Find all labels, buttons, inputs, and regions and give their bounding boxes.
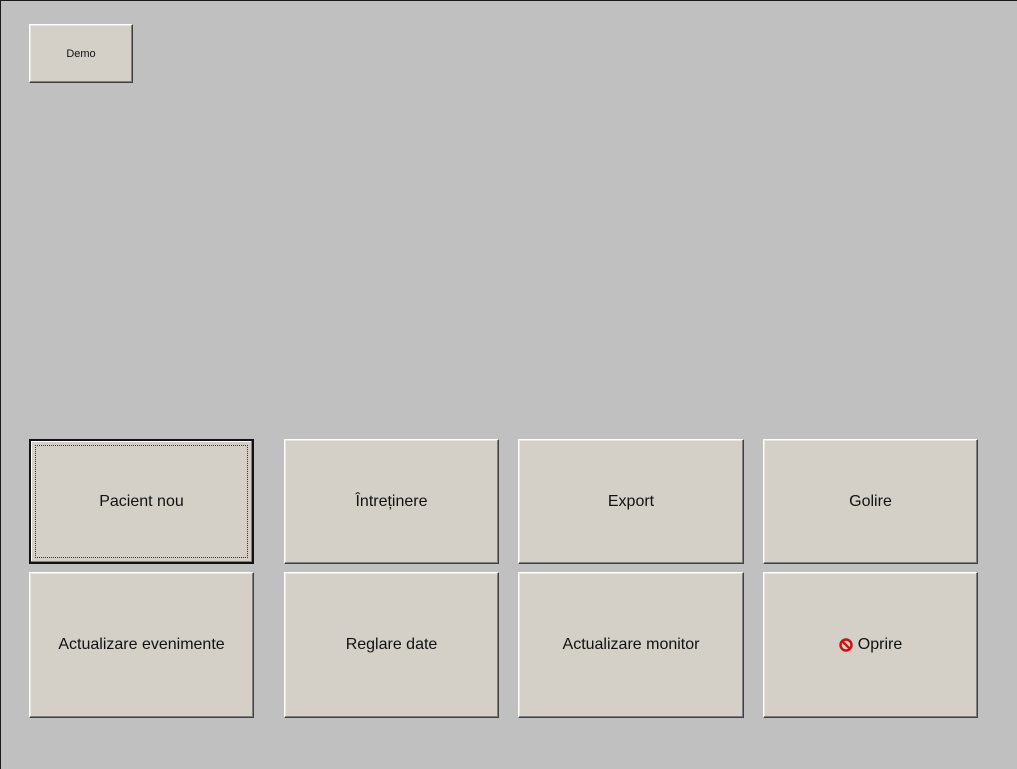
- stop-icon: [839, 638, 853, 652]
- update-monitor-button[interactable]: Actualizare monitor: [518, 572, 744, 718]
- demo-button[interactable]: Demo: [29, 24, 133, 83]
- shutdown-button[interactable]: Oprire: [763, 572, 978, 718]
- new-patient-button[interactable]: Pacient nou: [29, 439, 254, 564]
- clear-label: Golire: [849, 492, 892, 510]
- new-patient-label: Pacient nou: [99, 492, 184, 510]
- export-button[interactable]: Export: [518, 439, 744, 564]
- maintenance-label: Întreținere: [355, 492, 428, 510]
- adjust-data-button[interactable]: Reglare date: [284, 572, 499, 718]
- update-events-label: Actualizare evenimente: [58, 636, 225, 653]
- demo-button-label: Demo: [66, 47, 96, 60]
- export-label: Export: [607, 492, 655, 510]
- adjust-data-label: Reglare date: [345, 636, 438, 653]
- maintenance-button[interactable]: Întreținere: [284, 439, 499, 564]
- clear-button[interactable]: Golire: [763, 439, 978, 564]
- main-window: Demo Pacient nou Întreținere Export Goli…: [0, 0, 1017, 769]
- update-events-button[interactable]: Actualizare evenimente: [29, 572, 254, 718]
- shutdown-label: Oprire: [857, 636, 903, 653]
- update-monitor-label: Actualizare monitor: [562, 636, 700, 653]
